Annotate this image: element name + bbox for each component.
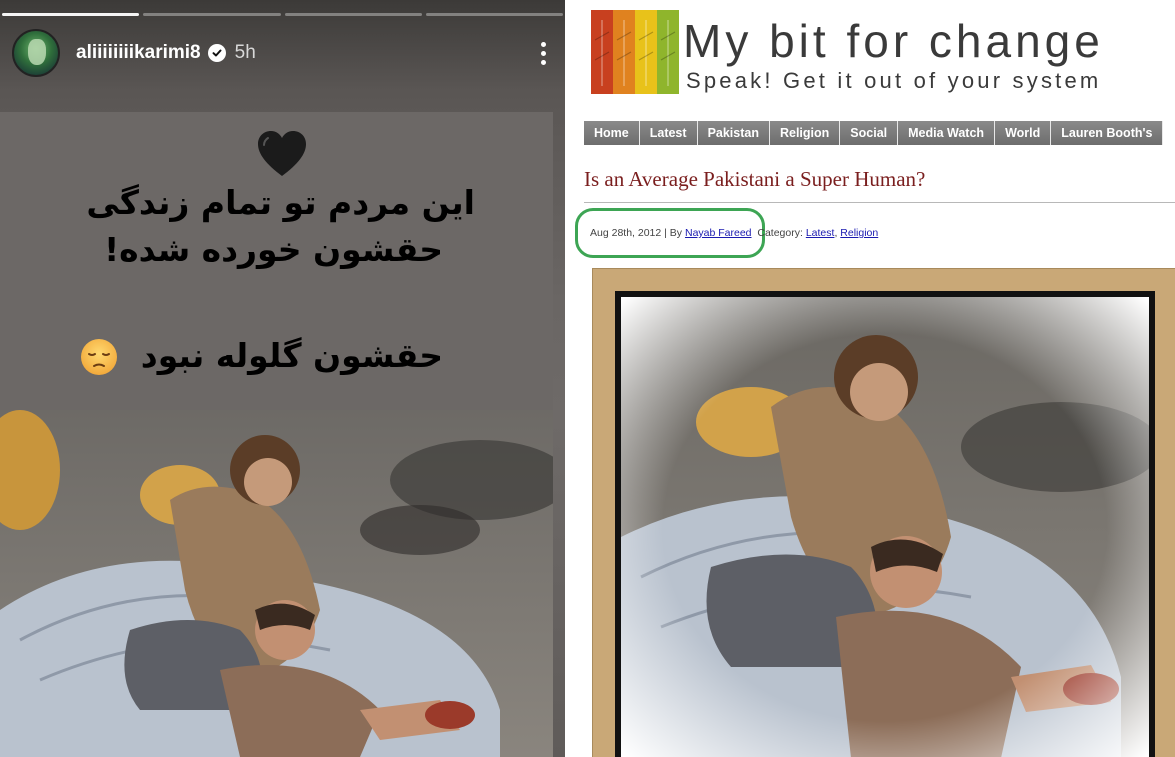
category-label: Category: — [757, 227, 803, 239]
author-link[interactable]: Nayab Fareed — [685, 227, 752, 239]
more-vertical-icon[interactable] — [533, 38, 553, 68]
category-link-latest[interactable]: Latest — [806, 227, 835, 239]
site-tagline: Speak! Get it out of your system — [686, 68, 1102, 93]
story-photo — [0, 410, 553, 757]
story-username[interactable]: aliiiiiiiikarimi8 — [76, 42, 201, 64]
post-date: Aug 28th, 2012 — [590, 227, 662, 239]
nav-item-pakistan[interactable]: Pakistan — [697, 121, 770, 145]
instagram-story: aliiiiiiiikarimi8 5h این مردم تو تمام زن… — [0, 0, 565, 757]
title-divider — [584, 202, 1175, 203]
story-text-line-3: حقشون گلوله نبود — [140, 336, 443, 375]
progress-segment — [425, 13, 563, 16]
nav-item-latest[interactable]: Latest — [639, 121, 698, 145]
progress-segment — [2, 13, 140, 16]
category-link-religion[interactable]: Religion — [840, 227, 878, 239]
post-image-border — [615, 291, 1155, 757]
black-heart-emoji — [258, 131, 306, 176]
nav-item-media-watch[interactable]: Media Watch — [898, 121, 996, 145]
progress-segment — [143, 13, 281, 16]
story-text-line-1: این مردم تو تمام زندگی — [86, 183, 475, 222]
post-photo[interactable] — [621, 297, 1149, 757]
nav-item-lauren-booth[interactable]: Lauren Booth's — [1051, 121, 1164, 145]
post-meta: Aug 28th, 2012 | By Nayab Fareed Categor… — [590, 227, 878, 239]
profile-avatar[interactable] — [12, 29, 60, 77]
main-nav: Home Latest Pakistan Religion Social Med… — [584, 121, 1164, 145]
nav-item-world[interactable]: World — [995, 121, 1052, 145]
story-text-line-2: حقشون خورده شده! — [104, 230, 443, 269]
site-title[interactable]: My bit for change — [683, 14, 1104, 68]
site-logo-icon[interactable] — [591, 10, 679, 94]
category-separator: , — [834, 227, 838, 239]
pensive-face-emoji — [81, 339, 117, 375]
nav-item-home[interactable]: Home — [584, 121, 640, 145]
progress-segment — [284, 13, 422, 16]
story-progress-bar — [0, 13, 565, 17]
post-image-frame — [592, 268, 1175, 757]
nav-item-social[interactable]: Social — [840, 121, 899, 145]
story-time: 5h — [234, 42, 256, 63]
post-by-label: | By — [664, 227, 683, 239]
post-title[interactable]: Is an Average Pakistani a Super Human? — [584, 167, 925, 192]
verified-badge-icon — [207, 44, 226, 62]
blog-page: My bit for change Speak! Get it out of y… — [565, 0, 1175, 757]
story-header: aliiiiiiiikarimi8 5h — [12, 29, 553, 77]
nav-item-religion[interactable]: Religion — [769, 121, 841, 145]
